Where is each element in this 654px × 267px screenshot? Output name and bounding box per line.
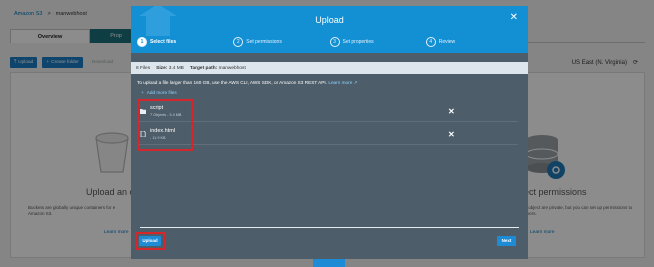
- large-file-note: To upload a file larger than 160 GB, use…: [137, 80, 358, 86]
- upload-summary-bar: 8 Files Size: 3.4 MB Target path: manweb…: [131, 62, 528, 74]
- upload-button-highlight-box: [135, 232, 166, 250]
- close-icon[interactable]: ✕: [510, 13, 518, 23]
- upload-dialog-title: Upload: [315, 15, 344, 25]
- step-select-files[interactable]: 1 Select files: [137, 36, 233, 48]
- step-label: Set permissions: [246, 39, 282, 45]
- background-blue-strip: [313, 259, 345, 267]
- step-review[interactable]: 4 Review: [425, 36, 522, 48]
- step-set-properties[interactable]: 3 Set properties: [329, 36, 426, 48]
- step-label: Review: [438, 39, 456, 45]
- external-link-icon: ↗: [353, 80, 358, 85]
- target-summary: Target path: manwebhost: [190, 66, 246, 71]
- size-value: 3.4 MB: [168, 65, 184, 71]
- step-number: 3: [329, 37, 340, 47]
- step-number: 1: [137, 37, 147, 47]
- file-row: index.html - 11.9 KB ✕: [137, 125, 518, 145]
- note-learn-more-link[interactable]: Learn more ↗: [328, 80, 357, 85]
- step-number: 2: [233, 37, 244, 47]
- next-button[interactable]: Next: [497, 236, 516, 246]
- upload-wizard-steps: 1 Select files 2 Set permissions 3 Set p…: [137, 36, 522, 48]
- upload-dialog-header: Upload ✕ 1 Select files 2 Set permission…: [131, 6, 528, 53]
- note-text: To upload a file larger than 160 GB, use…: [137, 80, 328, 85]
- file-row: script 7 Objects - 3.4 MB ✕: [137, 102, 518, 122]
- remove-icon[interactable]: ✕: [448, 130, 455, 139]
- add-more-files-link[interactable]: + Add more files: [141, 90, 177, 95]
- size-summary: Size: 3.4 MB: [156, 66, 184, 71]
- footer-divider: [140, 227, 519, 228]
- files-highlight-box: [137, 99, 193, 151]
- step-set-permissions[interactable]: 2 Set permissions: [233, 36, 329, 48]
- step-label: Select files: [150, 39, 177, 45]
- target-value: manwebhost: [218, 65, 246, 71]
- upload-dialog: Upload ✕ 1 Select files 2 Set permission…: [131, 6, 528, 259]
- step-label: Set properties: [342, 39, 374, 45]
- note-link-label: Learn more: [328, 80, 353, 85]
- size-label: Size:: [156, 65, 168, 71]
- add-more-label: Add more files: [146, 90, 177, 95]
- file-count: 8 Files: [136, 65, 151, 71]
- target-label: Target path:: [189, 65, 218, 71]
- step-number: 4: [425, 37, 436, 47]
- remove-icon[interactable]: ✕: [448, 107, 455, 116]
- plus-icon: +: [141, 90, 144, 95]
